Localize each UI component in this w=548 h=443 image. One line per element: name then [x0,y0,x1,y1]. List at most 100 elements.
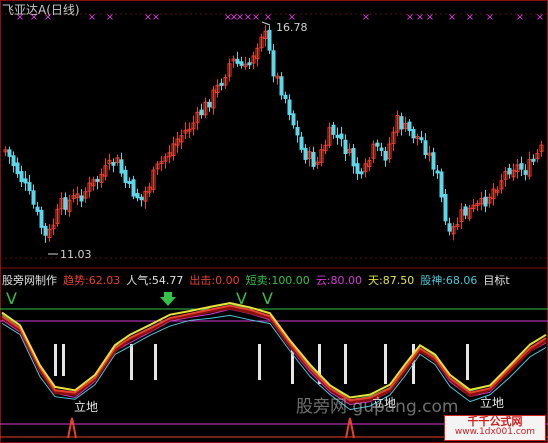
indicator-value-4: 短卖:100.00 [245,274,310,287]
signal-marker: × [516,12,524,23]
down-candle [311,151,316,167]
down-candle [531,158,536,162]
down-candle [283,94,288,99]
down-candle [483,196,488,207]
down-candle [35,206,40,212]
down-candle [63,197,68,210]
down-candle [219,82,224,86]
down-candle [343,139,348,155]
down-candle [11,155,16,167]
down-candle [267,29,272,51]
down-candle [19,171,24,183]
indicator-value-5: 云:80.00 [315,274,363,287]
down-candle [271,50,276,77]
buy-arrow-icon [160,292,176,306]
signal-marker: × [406,12,414,23]
signal-spike [67,417,77,439]
down-candle [199,109,204,116]
signal-label: 立地 [480,396,505,410]
down-candle [299,136,304,150]
down-candle [375,142,380,147]
down-candle [463,206,468,216]
period-label: (日线) [46,3,80,17]
down-candle [519,163,524,170]
down-candle [351,147,356,167]
down-candle [119,159,124,174]
down-candle [15,162,20,175]
down-candle [339,133,344,140]
indicator-value-0: 股旁网制作 [2,274,57,287]
signal-marker: × [536,12,544,23]
signal-marker: × [466,12,474,23]
v-signal-marker: V [236,289,247,308]
signal-bar [130,344,133,380]
signal-bar [466,344,469,380]
indicator-value-8: 目标t [483,274,510,287]
down-candle [135,193,140,199]
v-signal-marker: V [262,289,273,308]
signal-marker: × [252,12,260,23]
down-candle [39,209,44,228]
down-candle [31,190,36,205]
down-candle [131,179,136,197]
line-cyan [1,314,547,411]
down-candle [235,58,240,64]
down-candle [443,194,448,222]
signal-marker: × [88,12,96,23]
down-candle [95,178,100,182]
chart-canvas[interactable]: × × × × × × × ××× × × × × × × × × × × × × ×16.7811.03V V V [0,0,548,443]
down-candle [523,170,528,175]
line-yellow [1,301,547,399]
signal-bar [258,344,261,380]
down-candle [127,181,132,185]
stock-name: 飞亚达A [2,3,47,17]
down-candle [439,171,444,198]
indicator-value-6: 天:87.50 [368,274,415,287]
logo-line-2: www.1dx001.com [454,427,536,437]
logo-line-1: 千千公式网 [467,415,523,428]
signal-bar [154,344,157,380]
signal-marker: × [486,12,494,23]
indicator-value-1: 趋势:62.03 [63,274,121,287]
down-candle [355,163,360,174]
chart-window: × × × × × × × × × × × × × × × × × × × × × × × 16.78 11.03 V V V 飞亚达… [0,0,548,443]
down-candle [291,113,296,126]
down-candle [23,178,28,184]
signal-marker: × [362,12,370,23]
signal-marker: × [416,12,424,23]
down-candle [383,150,388,161]
indicator-value-3: 出击:0.00 [189,274,240,287]
down-candle [287,99,292,116]
down-candle [379,147,384,151]
indicator-values-bar: 股旁网制作 趋势:62.03 人气:54.77 出击:0.00 短卖:100.00 云:8… [2,272,510,288]
down-candle [331,124,336,135]
down-candle [435,170,440,174]
down-candle [123,169,128,183]
down-candle [7,149,12,157]
signal-label: 立地 [74,400,99,414]
chart-title: 飞亚达A(日线) [2,1,80,18]
down-candle [423,140,428,156]
down-candle [399,116,404,130]
watermark: 股旁网 gupang.com [296,397,459,417]
down-candle [335,134,340,138]
down-candle [279,76,284,96]
down-candle [295,126,300,136]
signal-bar [54,344,57,376]
signal-bar [344,344,347,384]
down-candle [43,225,48,236]
signal-bar [62,344,65,376]
signal-spike [345,417,355,439]
indicator-value-7: 股神:68.06 [420,274,478,287]
down-candle [247,62,252,66]
down-candle [411,128,416,139]
signal-marker: × [448,12,456,23]
down-candle [239,61,244,66]
signal-marker: × [152,12,160,23]
low-price-label: 11.03 [60,248,92,261]
signal-marker: × [106,12,114,23]
signal-marker: × [426,12,434,23]
signal-marker: × [264,12,272,23]
down-candle [431,152,436,170]
down-candle [303,147,308,160]
